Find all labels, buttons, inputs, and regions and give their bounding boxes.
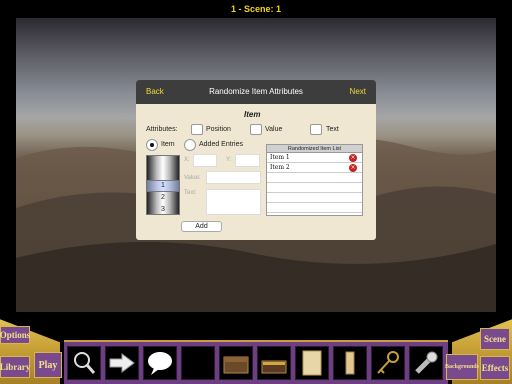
text-field-label: Text: <box>184 190 197 196</box>
delete-icon[interactable]: × <box>349 164 357 172</box>
empty-list-row <box>267 203 362 213</box>
chest-icon[interactable] <box>219 346 253 380</box>
dialog-header: Back Randomize Item Attributes Next <box>136 80 376 104</box>
attributes-label: Attributes: <box>146 126 178 133</box>
play-button[interactable]: Play <box>34 352 62 378</box>
next-button[interactable]: Next <box>350 87 366 96</box>
picker-value[interactable]: 3 <box>147 206 179 213</box>
arrow-icon[interactable] <box>105 346 139 380</box>
parchment-icon[interactable] <box>295 346 329 380</box>
item-radio[interactable] <box>146 139 158 151</box>
library-button[interactable]: Library <box>0 356 30 378</box>
y-label: Y: <box>226 157 232 163</box>
empty-slot[interactable] <box>181 346 215 380</box>
picker-value[interactable]: 1 <box>147 182 179 189</box>
text-checkbox[interactable] <box>310 124 322 135</box>
delete-icon[interactable]: × <box>349 154 357 162</box>
added-entries-label: Added Entries <box>199 141 243 148</box>
top-bar: 1 - Scene: 1 <box>0 0 512 18</box>
picker-value[interactable]: 2 <box>147 194 179 201</box>
randomized-item-list: Randomized Item List Item 1 × Item 2 × <box>266 144 363 216</box>
value-label: Value <box>265 126 283 133</box>
item-radio-label: Item <box>161 141 175 148</box>
position-checkbox[interactable] <box>191 124 203 135</box>
empty-list-row <box>267 173 362 183</box>
magnifier-icon[interactable] <box>67 346 101 380</box>
value-field[interactable] <box>206 171 261 184</box>
y-field[interactable] <box>235 154 260 167</box>
empty-list-row <box>267 193 362 203</box>
list-item[interactable]: Item 1 × <box>267 153 362 163</box>
list-item[interactable]: Item 2 × <box>267 163 362 173</box>
text-field[interactable] <box>206 189 261 215</box>
bottom-toolbar: Options Library Play Backgrounds Scene E… <box>0 312 512 384</box>
value-field-label: Value: <box>184 175 201 181</box>
list-item-label: Item 1 <box>270 154 290 161</box>
randomize-dialog: Back Randomize Item Attributes Next Item… <box>136 80 376 240</box>
text-label: Text <box>326 126 339 133</box>
add-button[interactable]: Add <box>181 221 222 232</box>
backgrounds-button[interactable]: Backgrounds <box>445 354 479 380</box>
open-chest-icon[interactable] <box>257 346 291 380</box>
keys-icon[interactable] <box>371 346 405 380</box>
item-number-picker[interactable]: 1 2 3 <box>146 155 180 215</box>
speech-bubble-icon[interactable] <box>143 346 177 380</box>
scroll-icon[interactable] <box>333 346 367 380</box>
list-header: Randomized Item List <box>267 145 362 153</box>
options-button[interactable]: Options <box>0 326 30 344</box>
scene-title: 1 - Scene: 1 <box>230 4 282 14</box>
tool-slots <box>64 340 448 384</box>
flashlight-icon[interactable] <box>409 346 443 380</box>
x-label: X: <box>184 157 190 163</box>
dialog-title: Randomize Item Attributes <box>209 87 303 96</box>
x-field[interactable] <box>193 154 217 167</box>
position-label: Position <box>206 126 231 133</box>
effects-button[interactable]: Effects <box>480 356 510 380</box>
added-entries-radio[interactable] <box>184 139 196 151</box>
empty-list-row <box>267 183 362 193</box>
value-checkbox[interactable] <box>250 124 262 135</box>
list-item-label: Item 2 <box>270 164 290 171</box>
section-title: Item <box>244 110 261 119</box>
scene-button[interactable]: Scene <box>480 328 510 350</box>
